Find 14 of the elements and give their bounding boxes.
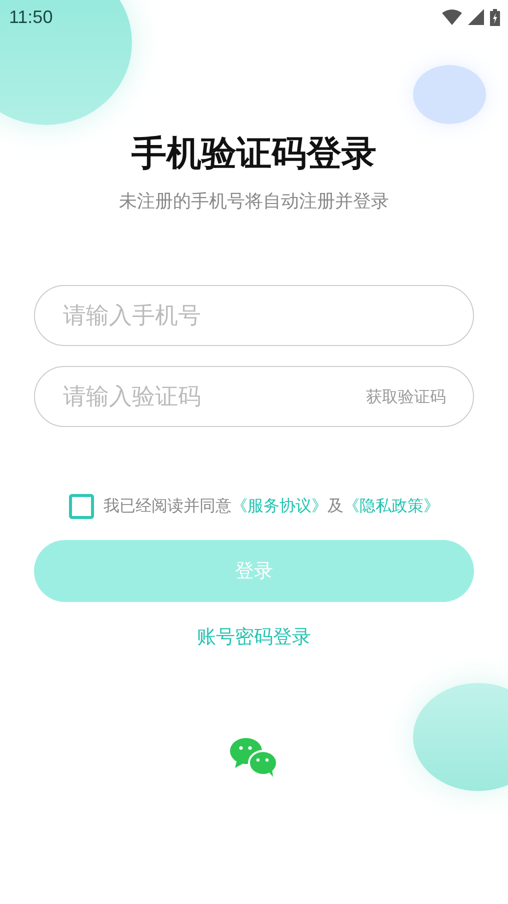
service-agreement-link[interactable]: 《服务协议》 xyxy=(232,496,328,515)
battery-icon xyxy=(490,8,500,26)
page-title: 手机验证码登录 xyxy=(132,133,376,176)
privacy-policy-link[interactable]: 《隐私政策》 xyxy=(344,496,440,515)
agreement-text: 我已经阅读并同意《服务协议》及《隐私政策》 xyxy=(104,496,440,517)
agreement-checkbox[interactable] xyxy=(68,494,94,519)
password-login-link[interactable]: 账号密码登录 xyxy=(197,624,311,650)
wifi-icon xyxy=(442,9,462,25)
wechat-icon[interactable] xyxy=(229,736,279,778)
signal-icon xyxy=(468,9,484,25)
subtitle: 未注册的手机号将自动注册并登录 xyxy=(119,190,389,213)
phone-input-field[interactable]: 请输入手机号 xyxy=(34,285,474,346)
status-time: 11:50 xyxy=(9,6,53,28)
get-code-button[interactable]: 获取验证码 xyxy=(366,386,446,407)
